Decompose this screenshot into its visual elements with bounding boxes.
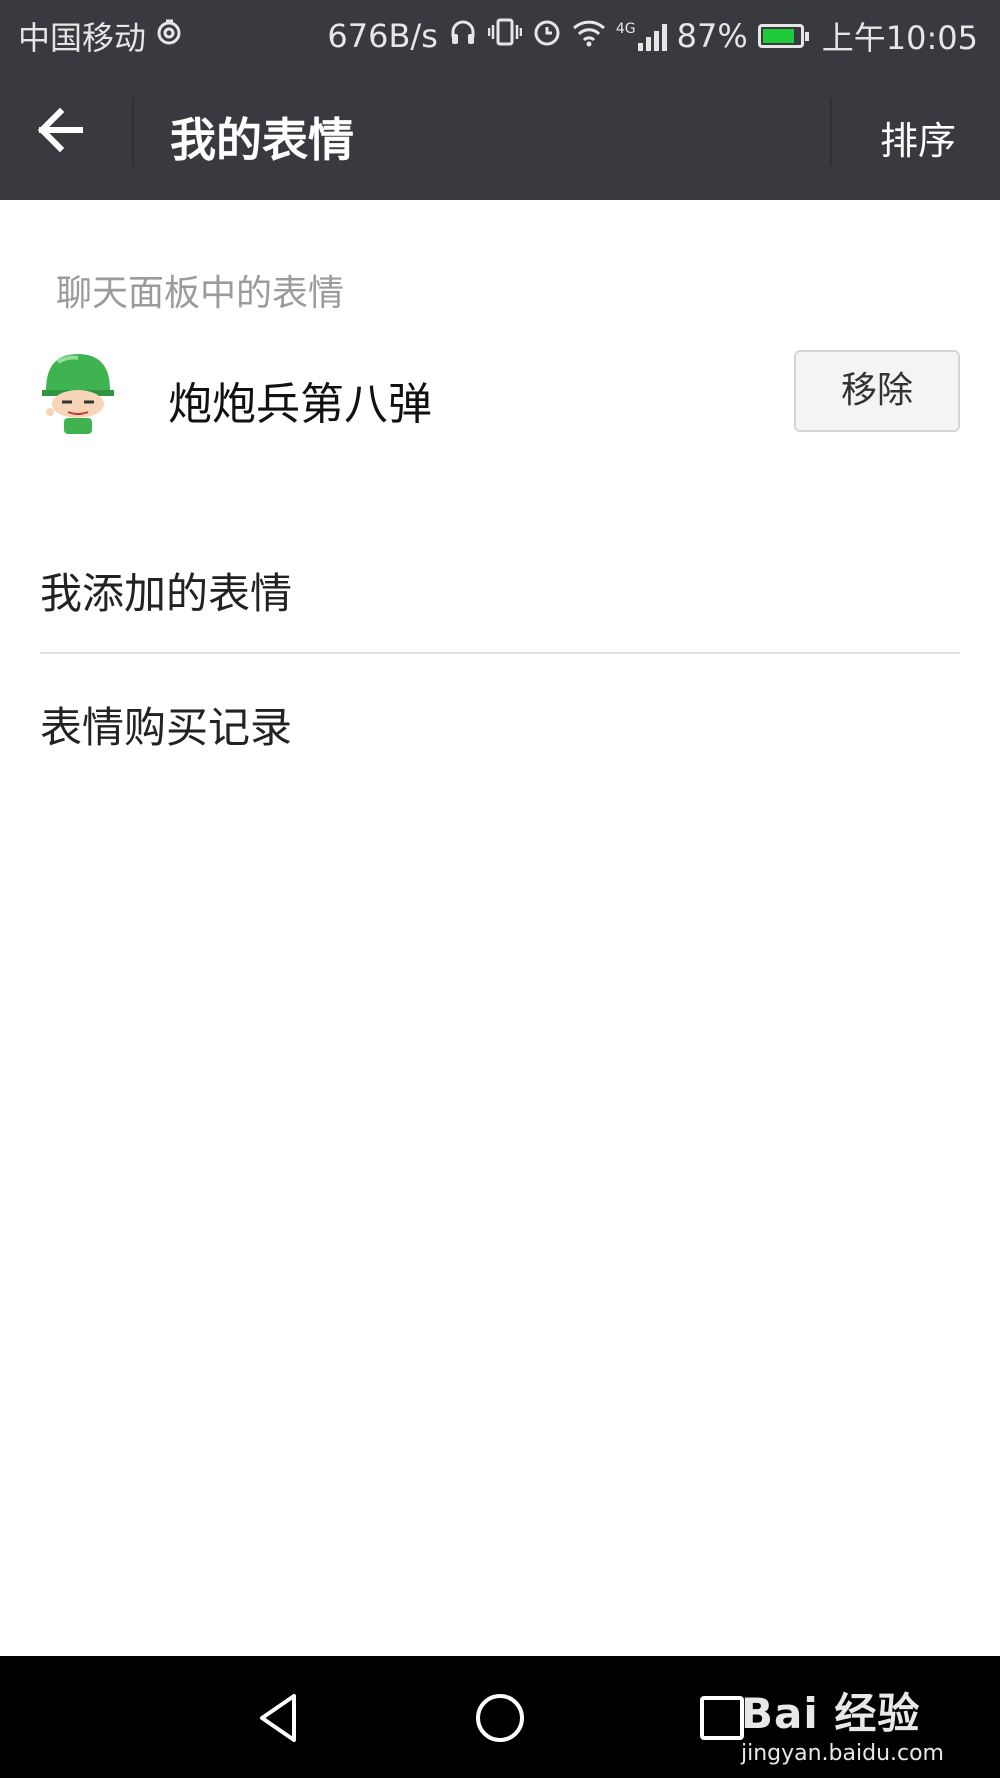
sort-button[interactable]: 排序: [880, 110, 956, 165]
title-divider: [132, 98, 134, 166]
status-bar: 中国移动 676B/s 4G 87% 上午10:05: [0, 0, 1000, 66]
watermark-brand: Bai 经验: [740, 1689, 921, 1738]
sticker-purchase-history-item[interactable]: 表情购买记录: [40, 694, 960, 755]
soldier-sticker-icon: [38, 350, 118, 438]
watermark-url: jingyan.baidu.com: [740, 1741, 944, 1766]
navigation-bar: Bai 经验 jingyan.baidu.com: [0, 1656, 1000, 1778]
page-title: 我的表情: [170, 113, 354, 167]
baidu-watermark: Bai 经验 jingyan.baidu.com: [741, 1680, 944, 1766]
section-label: 聊天面板中的表情: [56, 273, 345, 314]
my-added-stickers-item[interactable]: 我添加的表情: [40, 560, 960, 621]
signal-icon: 4G: [616, 21, 667, 51]
remove-button[interactable]: 移除: [794, 350, 960, 432]
sync-icon: [154, 17, 184, 55]
clock: 上午10:05: [821, 19, 978, 57]
back-arrow-icon: [30, 107, 90, 164]
home-circle-icon[interactable]: [468, 1686, 532, 1750]
carrier-label: 中国移动: [18, 19, 147, 57]
headphones-icon: [448, 17, 478, 55]
back-button[interactable]: [30, 100, 108, 166]
battery-charging-icon: [757, 24, 809, 48]
menu-divider: [40, 652, 960, 654]
back-triangle-icon[interactable]: [246, 1686, 310, 1750]
sticker-pack-name: 炮炮兵第八弹: [168, 379, 432, 430]
battery-percent: 87%: [676, 17, 748, 55]
alarm-icon: [532, 17, 562, 55]
vibrate-icon: [487, 17, 523, 55]
net-speed: 676B/s: [327, 17, 438, 55]
sort-divider: [830, 98, 832, 166]
network-type: 4G: [615, 21, 636, 37]
wifi-icon: [572, 17, 606, 55]
sticker-pack-row[interactable]: 炮炮兵第八弹 移除: [0, 340, 1000, 450]
title-bar: 我的表情 排序: [0, 66, 1000, 200]
